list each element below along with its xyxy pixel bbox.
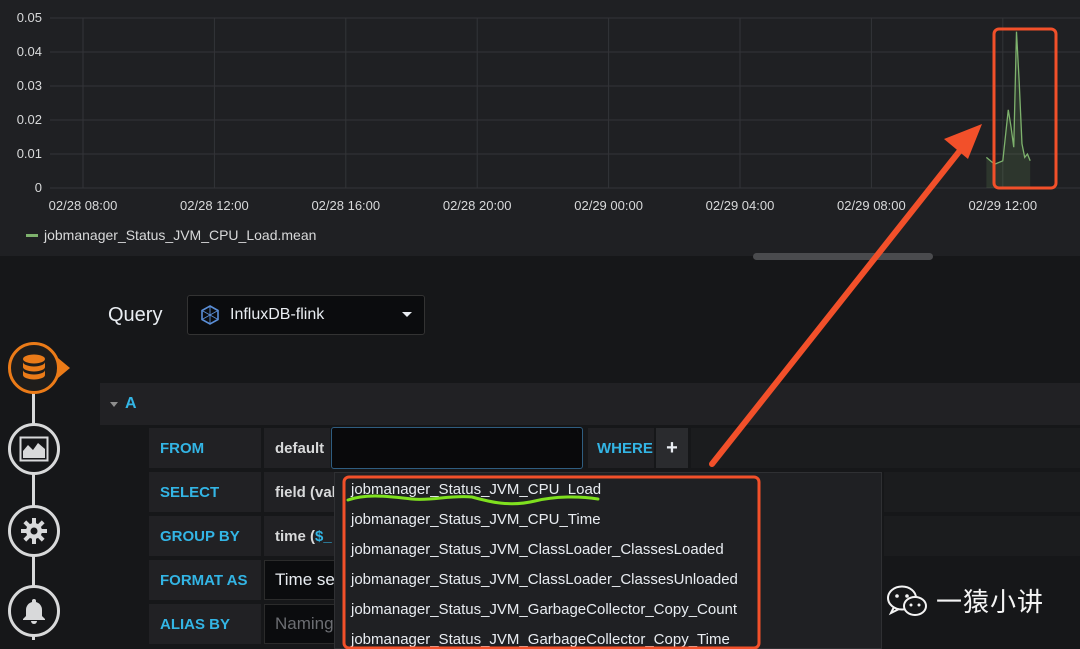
query-title: Query	[108, 304, 163, 326]
x-tick-label: 02/28 12:00	[180, 198, 249, 213]
select-field-segment[interactable]: field (valu	[264, 472, 344, 512]
group-by-row-filler	[884, 516, 1080, 556]
x-tick-label: 02/29 04:00	[706, 198, 775, 213]
select-row-filler	[884, 472, 1080, 512]
y-tick-label: 0.02	[17, 112, 42, 127]
y-tick-label: 0.01	[17, 146, 42, 161]
group-by-prefix: time (	[275, 527, 316, 545]
add-where-button[interactable]: +	[656, 428, 688, 468]
watermark-text: 一猿小讲	[936, 588, 1045, 618]
watermark: 一猿小讲	[886, 582, 1044, 619]
active-tab-pointer	[58, 358, 70, 378]
legend-swatch	[26, 233, 38, 237]
alert-tab-button[interactable]	[8, 585, 60, 637]
measurement-dropdown: jobmanager_Status_JVM_CPU_Load jobmanage…	[334, 472, 882, 649]
alias-by-input[interactable]: Naming	[264, 604, 344, 644]
group-by-time-segment[interactable]: time ($_	[264, 516, 344, 556]
time-series-chart: 0 0.01 0.02 0.03 0.04 0.05 02/28 08:00 02/28 12…	[17, 10, 1080, 213]
x-tick-label: 02/29 12:00	[968, 198, 1037, 213]
measurement-option[interactable]: jobmanager_Status_JVM_GarbageCollector_C…	[351, 631, 730, 648]
legend-label: jobmanager_Status_JVM_CPU_Load.mean	[44, 227, 317, 243]
datasource-picker[interactable]: InfluxDB-flink	[187, 295, 425, 335]
general-tab-button[interactable]	[8, 505, 60, 557]
query-ref-id: A	[125, 395, 137, 412]
from-label: FROM	[149, 428, 261, 468]
chevron-down-icon	[402, 312, 412, 317]
visualization-tab-button[interactable]	[8, 423, 60, 475]
format-as-select[interactable]: Time se	[264, 560, 344, 600]
legend-item[interactable]: jobmanager_Status_JVM_CPU_Load.mean	[26, 227, 316, 243]
datasource-name: InfluxDB-flink	[230, 306, 325, 323]
format-as-label: FORMAT AS	[149, 560, 261, 600]
where-label: WHERE	[588, 428, 654, 468]
gear-icon	[21, 518, 47, 544]
y-tick-label: 0.03	[17, 78, 42, 93]
group-by-variable: $_	[315, 527, 332, 545]
y-tick-label: 0.05	[17, 10, 42, 25]
x-tick-label: 02/28 08:00	[49, 198, 118, 213]
chart-area-icon	[19, 436, 49, 462]
database-icon	[23, 354, 45, 380]
measurement-input[interactable]	[331, 427, 583, 469]
from-row-filler	[691, 428, 1080, 468]
group-by-label: GROUP BY	[149, 516, 261, 556]
y-tick-label: 0.04	[17, 44, 42, 59]
queries-tab-button[interactable]	[8, 342, 60, 394]
x-tick-label: 02/28 20:00	[443, 198, 512, 213]
select-label: SELECT	[149, 472, 261, 512]
wechat-icon	[887, 585, 927, 616]
collapse-caret-icon	[110, 401, 118, 407]
x-tick-label: 02/29 00:00	[574, 198, 643, 213]
alias-by-label: ALIAS BY	[149, 604, 261, 644]
y-tick-label: 0	[35, 180, 42, 195]
measurement-option[interactable]: jobmanager_Status_JVM_CPU_Time	[351, 511, 601, 528]
measurement-option[interactable]: jobmanager_Status_JVM_ClassLoader_Classe…	[351, 571, 738, 588]
query-row-header[interactable]: A	[100, 383, 1080, 425]
measurement-option[interactable]: jobmanager_Status_JVM_ClassLoader_Classe…	[351, 541, 724, 558]
measurement-option[interactable]: jobmanager_Status_JVM_CPU_Load	[351, 481, 601, 498]
retention-policy-segment[interactable]: default	[264, 428, 330, 468]
influxdb-icon	[201, 305, 219, 325]
graph-panel: 0 0.01 0.02 0.03 0.04 0.05 02/28 08:00 02/28 12…	[0, 0, 1080, 256]
horizontal-scrollbar[interactable]	[753, 253, 933, 260]
measurement-option[interactable]: jobmanager_Status_JVM_GarbageCollector_C…	[351, 601, 737, 618]
x-tick-label: 02/28 16:00	[311, 198, 380, 213]
bell-icon	[23, 599, 45, 624]
x-tick-label: 02/29 08:00	[837, 198, 906, 213]
